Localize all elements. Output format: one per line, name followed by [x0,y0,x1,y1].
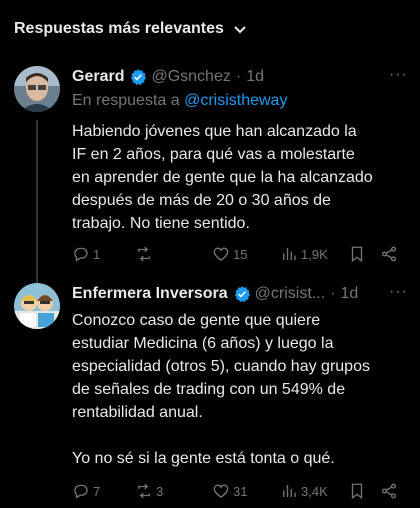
reply-mention-link[interactable]: @crisistheway [184,92,287,109]
reply-tweet[interactable]: Enfermera Inversora @crisist... · 1d ···… [0,283,420,505]
tweet-text: Habiendo jóvenes que han alcanzado la IF… [72,123,373,232]
reply-prefix: En respuesta a [72,92,180,109]
reply-count: 1 [93,246,101,262]
heart-icon [213,247,229,261]
retweet-button[interactable]: 3 [135,482,163,500]
bookmark-button[interactable] [348,245,366,263]
reply-button[interactable]: 1 [72,245,100,263]
bookmark-button[interactable] [348,482,366,500]
avatar[interactable] [14,283,60,329]
more-options-icon[interactable]: ··· [389,283,408,301]
tweet-text: Conozco caso de gente que quiere estudia… [72,312,370,467]
author-name[interactable]: Enfermera Inversora [72,285,228,303]
reply-tweet[interactable]: Gerard @Gsnchez · 1d ··· En respuesta a … [0,66,420,296]
author-name[interactable]: Gerard [72,68,124,86]
bookmark-icon [351,483,363,500]
like-button[interactable]: 31 [212,482,247,500]
action-bar: 7 3 31 3,4K [72,479,406,503]
reply-icon [74,484,88,499]
view-count: 1,9K [301,246,328,262]
reply-button[interactable]: 7 [72,482,100,500]
like-count: 15 [233,246,248,262]
author-handle[interactable]: @crisist... [255,285,325,303]
timestamp[interactable]: 1d [246,68,264,86]
retweet-icon [138,483,150,499]
share-icon [381,483,397,499]
timestamp[interactable]: 1d [340,285,358,303]
section-header[interactable]: Respuestas más relevantes [14,20,248,38]
action-bar: 1 15 1,9K [72,242,406,266]
avatar[interactable] [14,66,60,112]
like-count: 31 [233,483,248,499]
heart-icon [213,484,229,498]
view-count: 3,4K [301,483,328,499]
reply-count: 7 [93,483,101,499]
section-title: Respuestas más relevantes [14,20,224,37]
reply-icon [74,247,88,262]
author-handle[interactable]: @Gsnchez [151,68,230,86]
bookmark-icon [351,246,363,263]
share-button[interactable] [380,245,398,263]
views-button[interactable]: 3,4K [280,482,328,500]
views-button[interactable]: 1,9K [280,245,328,263]
verified-icon [131,69,147,86]
retweet-count: 3 [156,483,164,499]
verified-icon [234,286,250,303]
tweet-header: Gerard @Gsnchez · 1d [72,66,410,88]
retweet-button[interactable] [135,245,156,263]
share-icon [381,246,397,262]
share-button[interactable] [380,482,398,500]
reply-context: En respuesta a @crisistheway [72,92,287,110]
like-button[interactable]: 15 [212,245,247,263]
thread-line [36,120,38,296]
analytics-icon [283,248,296,260]
more-options-icon[interactable]: ··· [389,66,408,84]
separator-dot: · [235,68,242,85]
separator-dot: · [330,285,336,302]
chevron-down-icon [234,26,246,34]
retweet-icon [138,246,150,262]
tweet-header: Enfermera Inversora @crisist... · 1d [72,283,410,305]
analytics-icon [283,485,296,497]
